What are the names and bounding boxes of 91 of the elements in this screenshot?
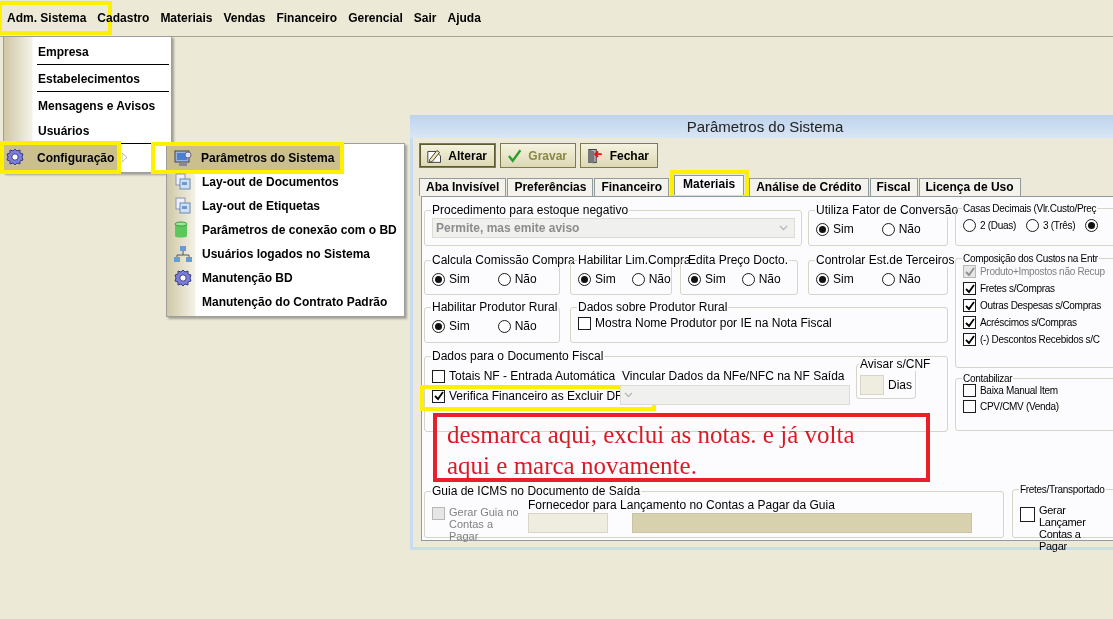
menu-item[interactable]: Usuários logados no Sistema (168, 242, 403, 266)
checkbox[interactable]: Mostra Nome Produtor por IE na Nota Fiscal (578, 316, 941, 330)
group-label: Avisar s/CNF (859, 357, 932, 371)
group-label: Utiliza Fator de Conversão (815, 203, 960, 217)
radio-button[interactable]: Sim (816, 272, 854, 286)
checkmark-icon (433, 391, 444, 401)
menu-item[interactable]: Manutenção do Contrato Padrão (168, 290, 403, 314)
caret-icon (779, 225, 788, 231)
checkbox[interactable]: (-) Descontos Recebidos s/C (963, 333, 1113, 346)
checkbox[interactable]: Acréscimos s/Compras (963, 316, 1113, 329)
checkbox[interactable]: CPV/CMV (Venda) (963, 400, 1113, 413)
radio-button[interactable]: 3 (Três) (1025, 219, 1076, 232)
group-label: Casas Decimais (Vlr.Custo/Preç (962, 203, 1098, 214)
tab[interactable]: Licença de Uso (918, 178, 1021, 196)
gear-icon (174, 269, 192, 287)
checkmark-icon (964, 266, 975, 277)
monitor-icon (173, 149, 193, 167)
input-field[interactable] (632, 513, 972, 533)
menu-bar-item[interactable]: Gerencial (343, 11, 408, 25)
caret-icon (624, 392, 633, 398)
toolbar-button[interactable]: Alterar (419, 143, 496, 168)
menu-item[interactable]: Parâmetros de conexão com o BD (168, 218, 403, 242)
checkbox[interactable]: Fretes s/Compras (963, 282, 1113, 295)
checkbox[interactable]: Totais NF - Entrada Automática (432, 369, 622, 383)
menu-item[interactable]: Usuários (5, 118, 170, 143)
check-icon (507, 148, 523, 163)
group-label: Edita Preço Docto. (688, 253, 790, 267)
radio-button[interactable]: Sim (432, 319, 470, 333)
radio-button[interactable]: Não (631, 272, 671, 286)
group-label: Procedimento para estoque negativo (431, 203, 630, 217)
radio-button[interactable]: Não (741, 272, 781, 286)
menu-item[interactable]: Mensagens e Avisos (5, 93, 170, 118)
document-icon (174, 173, 192, 191)
unit-label: Dias (888, 378, 912, 392)
menu-bar-item[interactable]: Ajuda (442, 11, 486, 25)
checkbox[interactable]: Baixa Manual Item (963, 384, 1113, 397)
menu-item[interactable]: Manutenção BD (168, 266, 403, 290)
menu-item[interactable]: Lay-out de Etiquetas (168, 194, 403, 218)
menu-bar-item[interactable]: Financeiro (271, 11, 343, 25)
radio-button[interactable]: Sim (816, 222, 854, 236)
group-label: Composição dos Custos na Entr (962, 253, 1099, 264)
field-label: Vincular Dados da NFe/NFC na NF Saída (622, 369, 846, 383)
checkmark-icon (964, 300, 975, 311)
tab[interactable]: Fiscal (869, 178, 918, 196)
menu-item[interactable]: Lay-out de Documentos (168, 170, 403, 194)
input-field[interactable] (528, 513, 608, 533)
checkmark-icon (964, 283, 975, 294)
group-label: Contabilizar (962, 373, 1014, 384)
menu-bar-item[interactable]: Materiais (155, 11, 218, 25)
menu-item[interactable]: Estabelecimentos (5, 66, 170, 91)
menu-item[interactable]: Empresa (5, 39, 170, 64)
toolbar-button[interactable]: Fechar (580, 143, 658, 168)
radio-button[interactable]: Não (881, 272, 921, 286)
group-label: Controlar Est.de Terceiros (815, 253, 956, 267)
gear-icon (6, 148, 24, 166)
tab[interactable]: Análise de Crédito (749, 178, 869, 196)
radio-button[interactable]: Não (497, 319, 537, 333)
input-field[interactable] (860, 375, 884, 395)
tab[interactable]: Aba Invisível (419, 178, 507, 196)
document-icon (174, 197, 192, 215)
checkmark-icon (964, 334, 975, 345)
radio-button[interactable] (1085, 219, 1099, 232)
tab[interactable]: Financeiro (594, 178, 670, 196)
group-label: Habilitar Produtor Rural (431, 300, 559, 314)
menu-bar-item[interactable]: Sair (408, 11, 442, 25)
radio-button[interactable]: 2 (Duas) (963, 219, 1016, 232)
checkbox[interactable]: Outras Despesas s/Compras (963, 299, 1113, 312)
group-label: Fretes/Transportado (1019, 484, 1106, 495)
exit-door-icon (587, 147, 604, 164)
menu-bar-item[interactable]: Adm. Sistema (2, 11, 92, 25)
checkmark-icon (964, 317, 975, 328)
field-label: Fornecedor para Lançamento no Contas a Pagar da Guia (528, 498, 836, 512)
tab[interactable]: Preferências (507, 178, 594, 196)
annotation-note: desmarca aqui, exclui as notas. e já volta aqui e marca novamente. (433, 413, 930, 482)
group-label: Calcula Comissão Compra (431, 253, 576, 267)
window-title: Parâmetros do Sistema (410, 115, 1113, 138)
checkbox[interactable]: Gerar Lançamer Contas a Pagar (1020, 497, 1102, 552)
menu-item[interactable]: Parâmetros do Sistema (167, 146, 340, 170)
radio-button[interactable]: Sim (578, 272, 616, 286)
radio-button[interactable]: Sim (432, 272, 470, 286)
tab[interactable]: Materiais (674, 175, 745, 195)
edit-icon (426, 147, 443, 164)
radio-button[interactable]: Não (881, 222, 921, 236)
database-icon (174, 221, 188, 239)
network-icon (174, 245, 192, 263)
radio-button[interactable]: Não (497, 272, 537, 286)
radio-button[interactable]: Sim (688, 272, 726, 286)
group-label: Dados para o Documento Fiscal (431, 349, 605, 363)
group-label: Guia de ICMS no Documento de Saída (431, 484, 642, 498)
group-label: Dados sobre Produtor Rural (577, 300, 729, 314)
menu-bar-item[interactable]: Vendas (218, 11, 271, 25)
